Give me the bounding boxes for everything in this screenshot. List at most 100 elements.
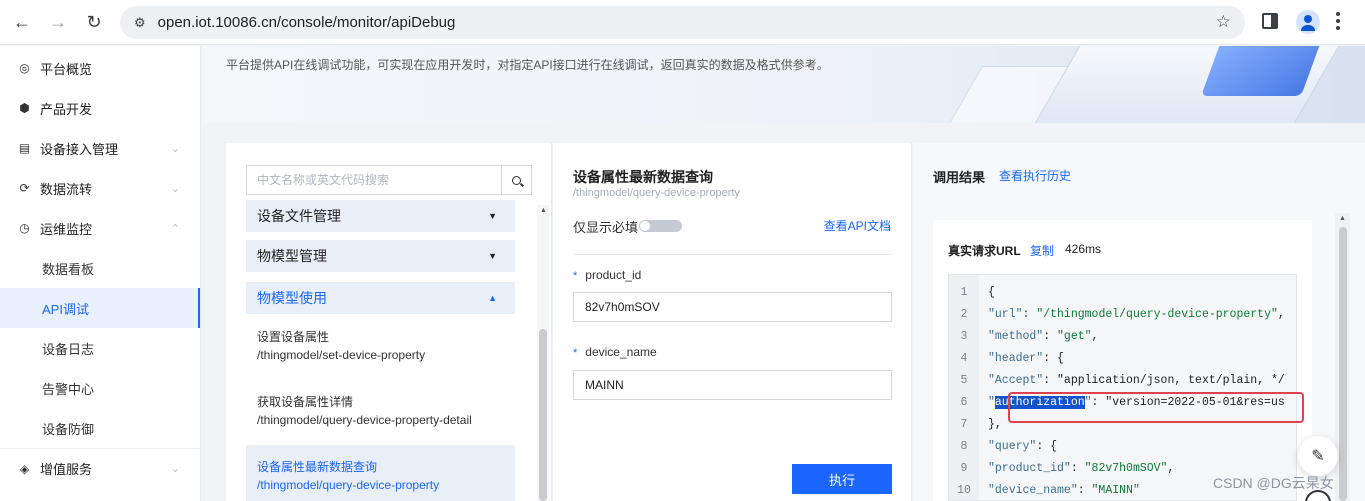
api-params-panel: 设备属性最新数据查询 /thingmodel/query-device-prop… — [553, 143, 912, 501]
api-item-path: /thingmodel/query-device-property — [257, 478, 440, 492]
sidebar-item-label: 运维监控 — [40, 221, 93, 237]
reload-icon[interactable]: ↻ — [78, 6, 110, 38]
side-panel-icon[interactable] — [1262, 13, 1278, 29]
caret-down-icon: ▼ — [488, 251, 497, 261]
address-bar[interactable]: ⚙ open.iot.10086.cn/console/monitor/apiD… — [120, 6, 1245, 39]
sidebar-sub-device-defense[interactable]: 设备防御 — [0, 408, 200, 448]
annotation-highlight-box — [1008, 392, 1304, 423]
url-text: open.iot.10086.cn/console/monitor/apiDeb… — [157, 14, 456, 31]
api-item-path: /thingmodel/query-device-property-detail — [257, 413, 472, 427]
chevron-down-icon: ⌄ — [170, 182, 180, 195]
search-icon — [512, 175, 521, 185]
line-number: 7 — [960, 418, 968, 431]
monitor-icon: ◷ — [19, 221, 30, 235]
product-id-input[interactable] — [573, 292, 892, 322]
sidebar-item-label: 设备接入管理 — [40, 141, 119, 157]
api-item[interactable]: 设置设备属性 /thingmodel/set-device-property — [246, 328, 515, 372]
caret-up-icon: ▲ — [488, 293, 497, 303]
api-group-thing-model-manage[interactable]: 物模型管理 ▼ — [246, 240, 515, 272]
code-text: "method": "get", — [988, 330, 1099, 343]
code-line: 8 "query": { — [949, 436, 1296, 458]
api-search-box — [246, 165, 532, 195]
line-number: 2 — [960, 308, 968, 321]
site-settings-icon[interactable]: ⚙ — [134, 15, 146, 31]
required-asterisk: * — [573, 270, 578, 282]
edit-feedback-icon[interactable]: ✎ — [1298, 436, 1338, 476]
sidebar-item-value-added[interactable]: ◈ 增值服务 ⌄ — [0, 448, 200, 488]
code-text: { — [988, 286, 995, 299]
required-only-toggle[interactable] — [639, 220, 682, 232]
caret-down-icon: ▼ — [488, 211, 497, 221]
copy-button[interactable]: 复制 — [1030, 242, 1054, 259]
api-group-label: 物模型管理 — [257, 248, 327, 264]
api-list-panel: 设备文件管理 ▼ 物模型管理 ▼ 物模型使用 ▲ 设置设备属性 /thingmo… — [226, 143, 552, 501]
code-line: 5 "Accept": "application/json, text/plai… — [949, 370, 1296, 392]
sidebar-item-label: 数据流转 — [40, 181, 93, 197]
divider — [573, 254, 892, 255]
scrollbar-thumb[interactable] — [1339, 227, 1347, 501]
code-text: "header": { — [988, 352, 1064, 365]
browser-toolbar: ← → ↻ ⚙ open.iot.10086.cn/console/monito… — [0, 0, 1365, 45]
line-number: 9 — [960, 462, 968, 475]
sidebar-item-product[interactable]: ⬢ 产品开发 — [0, 88, 200, 128]
page-description: 平台提供API在线调试功能，可实现在应用开发时，对指定API接口进行在线调试，返… — [226, 58, 829, 72]
history-link[interactable]: 查看执行历史 — [999, 167, 1071, 184]
scroll-up-icon[interactable]: ▲ — [540, 207, 547, 214]
api-item[interactable]: 获取设备属性详情 /thingmodel/query-device-proper… — [246, 393, 515, 437]
back-arrow-icon[interactable]: ← — [6, 6, 38, 38]
required-asterisk: * — [573, 347, 578, 359]
value-added-icon: ◈ — [19, 461, 30, 476]
api-list-scrollbar[interactable]: ▲ — [537, 205, 549, 501]
scrollbar-thumb[interactable] — [539, 329, 547, 501]
line-number: 1 — [960, 286, 968, 299]
profile-avatar-icon[interactable] — [1296, 10, 1320, 34]
data-flow-icon: ⟳ — [19, 181, 30, 195]
code-text: "Accept": "application/json, text/plain,… — [988, 374, 1285, 387]
code-text: }, — [988, 418, 1002, 431]
code-line: 3 "method": "get", — [949, 326, 1296, 348]
sidebar: ◎ 平台概览 ⬢ 产品开发 ▤ 设备接入管理 ⌄ ⟳ 数据流转 ⌄ ◷ 运维监控… — [0, 46, 201, 501]
api-group-thing-model-use[interactable]: 物模型使用 ▲ — [246, 282, 515, 314]
line-number: 4 — [960, 352, 968, 365]
api-search-input[interactable] — [247, 166, 501, 194]
required-only-label: 仅显示必填 — [573, 220, 639, 235]
sidebar-item-label: 产品开发 — [40, 101, 93, 117]
forward-arrow-icon[interactable]: → — [42, 6, 74, 38]
overview-icon: ◎ — [19, 61, 30, 75]
sidebar-sub-dashboard[interactable]: 数据看板 — [0, 248, 200, 288]
sidebar-item-label: 平台概览 — [40, 61, 93, 77]
result-panel: 调用结果 查看执行历史 真实请求URL 复制 426ms 1{2 "url": … — [913, 143, 1365, 501]
api-item-selected[interactable]: 设备属性最新数据查询 /thingmodel/query-device-prop… — [246, 445, 515, 501]
search-button[interactable] — [501, 166, 531, 194]
line-number: 3 — [960, 330, 968, 343]
sidebar-sub-alarm-center[interactable]: 告警中心 — [0, 368, 200, 408]
chevron-down-icon: ⌄ — [170, 142, 180, 155]
sidebar-item-data-flow[interactable]: ⟳ 数据流转 ⌄ — [0, 168, 200, 208]
sidebar-sub-device-log[interactable]: 设备日志 — [0, 328, 200, 368]
api-group-device-file[interactable]: 设备文件管理 ▼ — [246, 200, 515, 232]
api-path: /thingmodel/query-device-property — [573, 187, 740, 199]
api-item-name: 获取设备属性详情 — [257, 395, 354, 409]
api-group-label: 物模型使用 — [257, 290, 327, 306]
sidebar-item-monitor[interactable]: ◷ 运维监控 ⌃ — [0, 208, 200, 248]
api-item-name: 设置设备属性 — [257, 330, 330, 344]
elapsed-time: 426ms — [1065, 242, 1102, 256]
sidebar-item-overview[interactable]: ◎ 平台概览 — [0, 48, 200, 88]
code-line: 2 "url": "/thingmodel/query-device-prope… — [949, 304, 1296, 326]
api-item-path: /thingmodel/set-device-property — [257, 348, 426, 362]
device-access-icon: ▤ — [18, 141, 31, 155]
request-url-card: 真实请求URL 复制 426ms 1 {2 "url": "/thingmodel… — [933, 220, 1312, 501]
sidebar-item-device-access[interactable]: ▤ 设备接入管理 ⌄ — [0, 128, 200, 168]
code-line: 4 "header": { — [949, 348, 1296, 370]
device-name-input[interactable] — [573, 370, 892, 400]
bookmark-star-icon[interactable]: ☆ — [1216, 12, 1231, 32]
execute-button[interactable]: 执行 — [792, 464, 892, 494]
request-url-label: 真实请求URL — [948, 244, 1021, 258]
browser-menu-icon[interactable] — [1336, 12, 1340, 30]
line-number: 6 — [960, 396, 968, 409]
request-code-block[interactable]: 1 {2 "url": "/thingmodel/query-device-pro… — [948, 274, 1297, 501]
sidebar-sub-api-debug[interactable]: API调试 — [0, 288, 200, 328]
line-number: 10 — [957, 484, 971, 497]
api-doc-link[interactable]: 查看API文档 — [824, 217, 891, 234]
scroll-up-icon[interactable]: ▲ — [1339, 215, 1346, 222]
